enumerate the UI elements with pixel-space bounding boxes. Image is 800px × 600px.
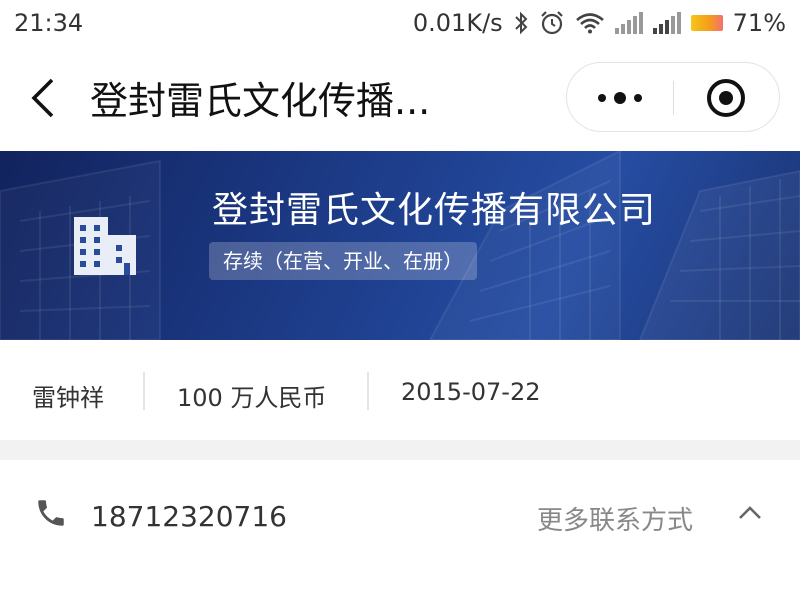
company-name: 登封雷氏文化传播有限公司 [212,190,657,231]
chevron-up-icon[interactable] [738,504,762,520]
contact-row: 18712320716 更多联系方式 [0,460,800,570]
back-arrow-icon[interactable] [24,76,64,120]
bluetooth-icon [513,11,529,35]
net-speed: 0.01K/s [412,9,503,37]
mini-program-capsule [566,62,780,132]
page-title: 登封雷氏文化传播... [90,79,431,123]
phone-number[interactable]: 18712320716 [91,500,287,533]
signal-icon [614,12,643,34]
more-contact-button[interactable]: 更多联系方式 [537,500,693,537]
phone-icon [34,496,68,530]
capsule-divider [673,81,674,115]
close-target-icon[interactable] [707,79,745,117]
signal-icon [652,12,681,34]
status-bar: 21:34 0.01K/s 71% [0,0,800,48]
alarm-icon [539,10,565,36]
status-icons: 0.01K/s 71% [413,9,786,37]
legal-person[interactable]: 雷钟祥 [32,378,104,413]
building-icon [74,217,136,275]
section-divider [0,440,800,460]
nav-bar: 登封雷氏文化传播... [0,48,800,150]
info-divider [143,372,145,410]
status-time: 21:34 [14,9,84,37]
battery-icon [690,15,723,31]
battery-percent: 71% [732,9,786,37]
established-date: 2015-07-22 [401,378,541,406]
status-badge: 存续（在营、开业、在册） [209,242,477,280]
wifi-icon [575,12,605,34]
company-info-row: 雷钟祥 100 万人民币 2015-07-22 [0,340,800,440]
more-dots-icon[interactable] [567,63,673,133]
registered-capital: 100 万人民币 [177,384,327,412]
company-banner: 登封雷氏文化传播有限公司 存续（在营、开业、在册） [0,151,800,340]
info-divider [367,372,369,410]
